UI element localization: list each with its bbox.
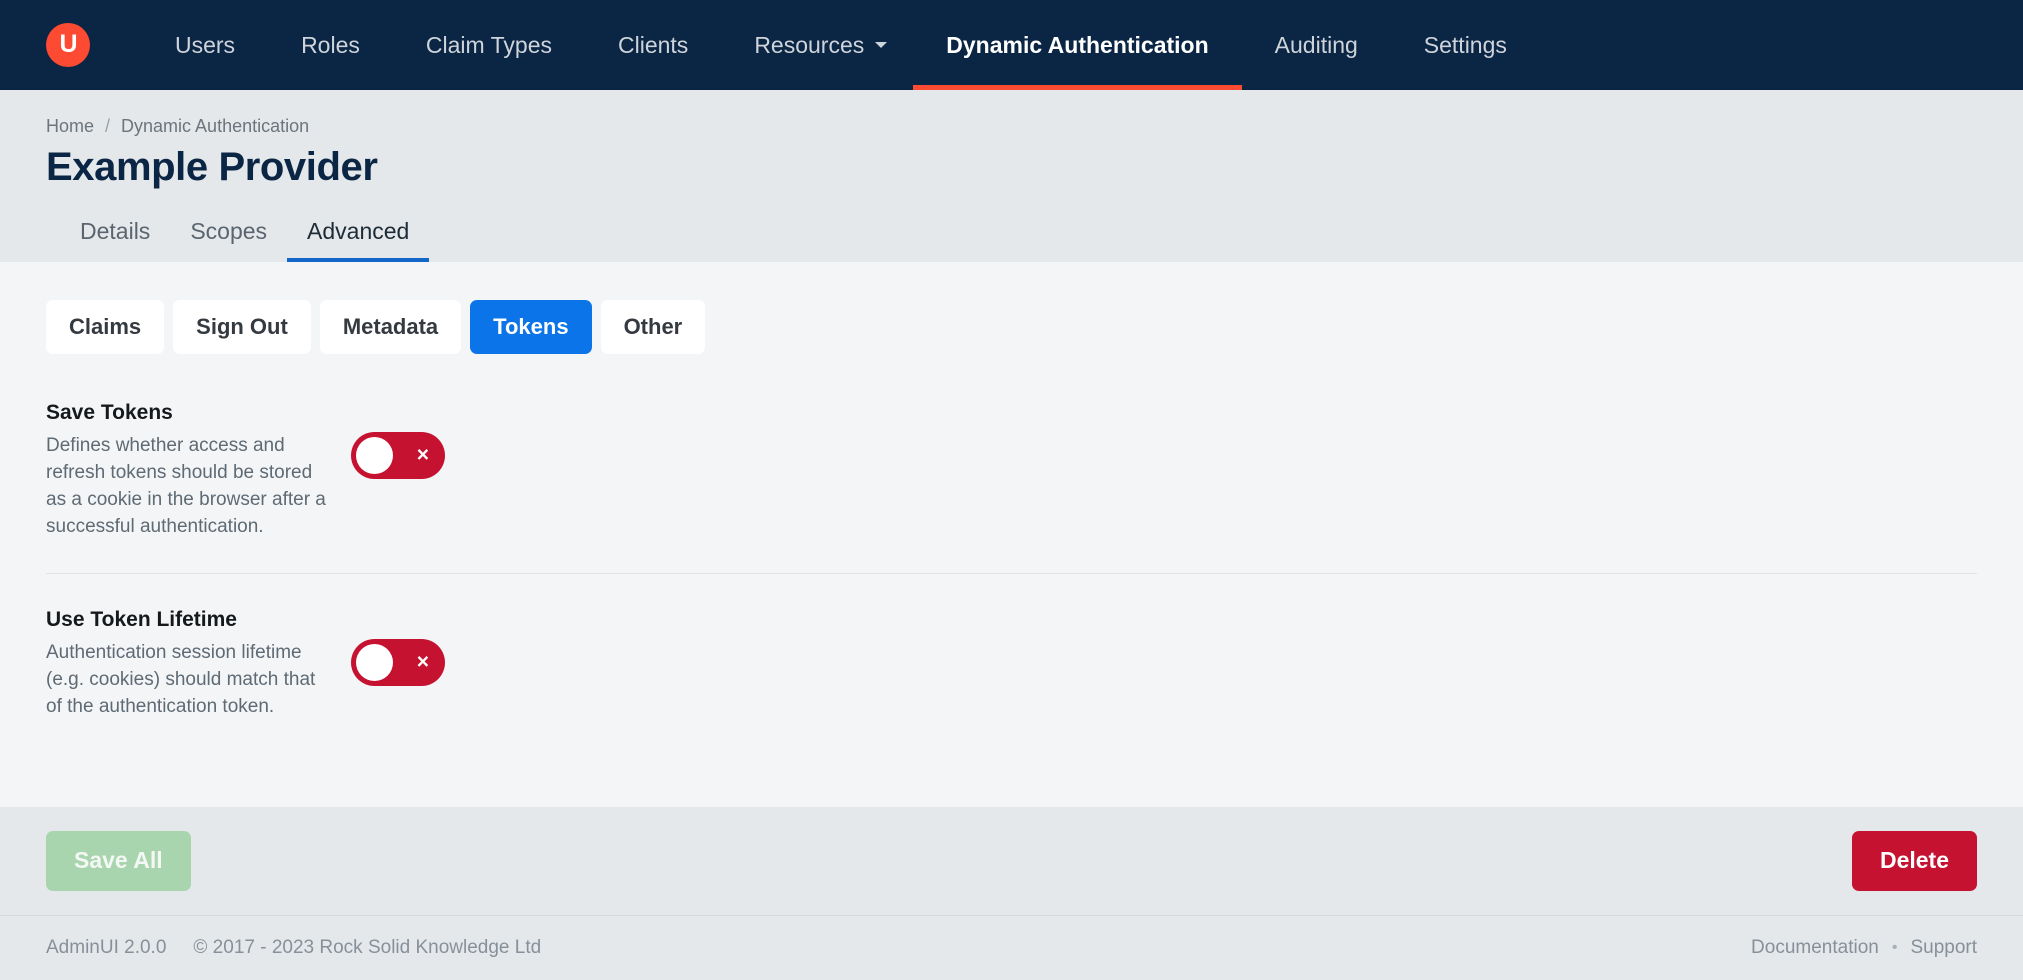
toggle-knob <box>356 436 393 474</box>
pill-other[interactable]: Other <box>600 300 706 354</box>
footer-link-support[interactable]: Support <box>1910 937 1977 959</box>
setting-label-column: Save Tokens Defines whether access and r… <box>46 400 351 541</box>
nav-item-label: Dynamic Authentication <box>946 31 1209 58</box>
use-token-lifetime-toggle[interactable]: × <box>351 638 445 686</box>
tab-details[interactable]: Details <box>60 212 170 262</box>
setting-title: Save Tokens <box>46 400 173 424</box>
setting-control-column: × <box>351 607 445 686</box>
nav-item-roles[interactable]: Roles <box>268 0 393 90</box>
page-title: Example Provider <box>46 145 378 189</box>
pill-sign-out[interactable]: Sign Out <box>173 300 311 354</box>
toggle-knob <box>356 643 393 681</box>
setting-description: Defines whether access and refresh token… <box>46 434 326 537</box>
setting-control-column: × <box>351 400 445 479</box>
application-window: U Users Roles Claim Types Clients Resour… <box>0 0 2023 980</box>
breadcrumb-item-home[interactable]: Home <box>46 116 94 137</box>
close-icon: × <box>416 443 429 467</box>
action-bar: Save All Delete <box>0 807 2023 915</box>
nav-item-clients[interactable]: Clients <box>585 0 721 90</box>
nav-item-users[interactable]: Users <box>142 0 268 90</box>
save-tokens-toggle[interactable]: × <box>351 431 445 479</box>
footer-right: Documentation • Support <box>1751 937 1977 959</box>
close-icon: × <box>416 650 429 674</box>
setting-description: Authentication session lifetime (e.g. co… <box>46 641 316 717</box>
nav-item-label: Roles <box>301 31 360 58</box>
breadcrumb: Home / Dynamic Authentication <box>46 116 1977 137</box>
chevron-down-icon <box>875 42 888 48</box>
breadcrumb-separator: / <box>105 116 111 136</box>
page-footer: AdminUI 2.0.0 © 2017 - 2023 Rock Solid K… <box>0 915 2023 980</box>
advanced-section-pills: Claims Sign Out Metadata Tokens Other <box>46 300 1977 354</box>
nav-item-dynamic-authentication[interactable]: Dynamic Authentication <box>913 0 1243 90</box>
pill-claims[interactable]: Claims <box>46 300 165 354</box>
nav-item-resources[interactable]: Resources <box>721 0 913 90</box>
brand-logo-text: U <box>59 30 77 58</box>
top-navigation-bar: U Users Roles Claim Types Clients Resour… <box>0 0 2023 90</box>
nav-item-label: Settings <box>1423 31 1507 58</box>
nav-item-label: Users <box>175 31 236 58</box>
nav-item-label: Auditing <box>1274 31 1358 58</box>
nav-item-label: Clients <box>618 31 689 58</box>
nav-item-settings[interactable]: Settings <box>1391 0 1540 90</box>
provider-tabs: Details Scopes Advanced <box>60 212 1977 262</box>
nav-item-label: Claim Types <box>425 31 552 58</box>
page-header: Home / Dynamic Authentication Example Pr… <box>0 90 2023 262</box>
footer-link-documentation[interactable]: Documentation <box>1751 937 1879 959</box>
setting-row: Use Token Lifetime Authentication sessio… <box>46 607 1977 753</box>
nav-items: Users Roles Claim Types Clients Resource… <box>142 0 1540 90</box>
breadcrumb-item-current: Dynamic Authentication <box>121 116 310 136</box>
nav-item-claim-types[interactable]: Claim Types <box>393 0 585 90</box>
footer-separator: • <box>1891 939 1898 956</box>
main-content: Claims Sign Out Metadata Tokens Other Sa… <box>0 262 2023 807</box>
footer-left: AdminUI 2.0.0 © 2017 - 2023 Rock Solid K… <box>46 937 541 959</box>
footer-copyright: © 2017 - 2023 Rock Solid Knowledge Ltd <box>193 937 542 958</box>
tab-scopes[interactable]: Scopes <box>170 212 287 262</box>
ui-circle-logo-icon: U <box>46 23 90 67</box>
save-all-button[interactable]: Save All <box>46 831 191 891</box>
brand-logo[interactable]: U <box>46 0 90 90</box>
delete-button[interactable]: Delete <box>1851 831 1977 891</box>
pill-tokens[interactable]: Tokens <box>470 300 592 354</box>
tab-advanced[interactable]: Advanced <box>287 212 430 262</box>
pill-metadata[interactable]: Metadata <box>319 300 462 354</box>
footer-version: AdminUI 2.0.0 <box>46 937 167 958</box>
nav-item-label: Resources <box>754 31 865 58</box>
setting-title: Use Token Lifetime <box>46 607 237 631</box>
setting-row: Save Tokens Defines whether access and r… <box>46 400 1977 574</box>
setting-label-column: Use Token Lifetime Authentication sessio… <box>46 607 351 721</box>
nav-item-auditing[interactable]: Auditing <box>1242 0 1391 90</box>
